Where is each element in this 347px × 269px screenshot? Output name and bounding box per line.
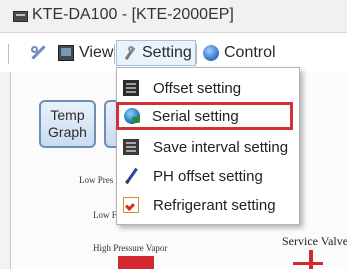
menu-view-label: View: [79, 44, 114, 61]
menu-item-label: Serial setting: [152, 108, 239, 125]
menu-setting-label: Setting: [142, 44, 192, 61]
pencil-icon: [123, 168, 139, 184]
title-bar: KTE-DA100 - [KTE-2000EP]: [0, 0, 347, 33]
save-icon: [123, 139, 139, 155]
menu-control[interactable]: Control: [203, 40, 276, 66]
high-pressure-indicator: [118, 256, 154, 269]
control-icon: [203, 45, 219, 61]
low-pressure-label: Low Pres: [79, 175, 114, 185]
menu-setting[interactable]: Setting: [116, 40, 196, 66]
wrench-icon: [30, 45, 46, 61]
high-pressure-vapor-label: High Pressure Vapor: [93, 243, 168, 253]
temp-graph-label-line2: Graph: [48, 124, 87, 140]
low-f-label: Low F: [93, 210, 117, 220]
temp-graph-label-line1: Temp: [50, 107, 85, 123]
menu-item-ph-offset-setting[interactable]: PH offset setting: [117, 162, 299, 190]
menu-item-label: Refrigerant setting: [153, 197, 276, 214]
menu-item-label: Offset setting: [153, 80, 242, 97]
app-icon: [13, 11, 28, 22]
view-icon: [58, 45, 74, 61]
menu-item-label: PH offset setting: [153, 168, 263, 185]
menu-item-refrigerant-setting[interactable]: Refrigerant setting: [117, 191, 299, 219]
menu-separator: [114, 44, 115, 64]
menu-item-serial-setting[interactable]: Serial setting: [116, 102, 293, 130]
menu-item-label: Save interval setting: [153, 139, 289, 156]
temp-graph-button[interactable]: Temp Graph: [39, 100, 96, 148]
service-valve-line: [293, 262, 323, 265]
menu-control-label: Control: [224, 44, 276, 61]
checkbox-icon: [123, 197, 139, 213]
setting-dropdown-menu: Offset setting Serial setting Save inter…: [116, 67, 300, 225]
menu-item-save-interval-setting[interactable]: Save interval setting: [117, 133, 299, 161]
service-valve-label: Service Valve: [282, 234, 347, 248]
tools-menu-button[interactable]: [30, 40, 51, 66]
menu-item-offset-setting[interactable]: Offset setting: [117, 74, 299, 102]
menu-edge-divider: [8, 44, 9, 64]
offset-icon: [123, 80, 139, 96]
menu-separator: [196, 44, 197, 64]
menu-view[interactable]: View: [58, 40, 113, 66]
service-valve-pipe: [309, 250, 313, 269]
serial-icon: [124, 108, 140, 124]
setting-icon: [121, 45, 137, 61]
window-title: KTE-DA100 - [KTE-2000EP]: [32, 6, 234, 23]
